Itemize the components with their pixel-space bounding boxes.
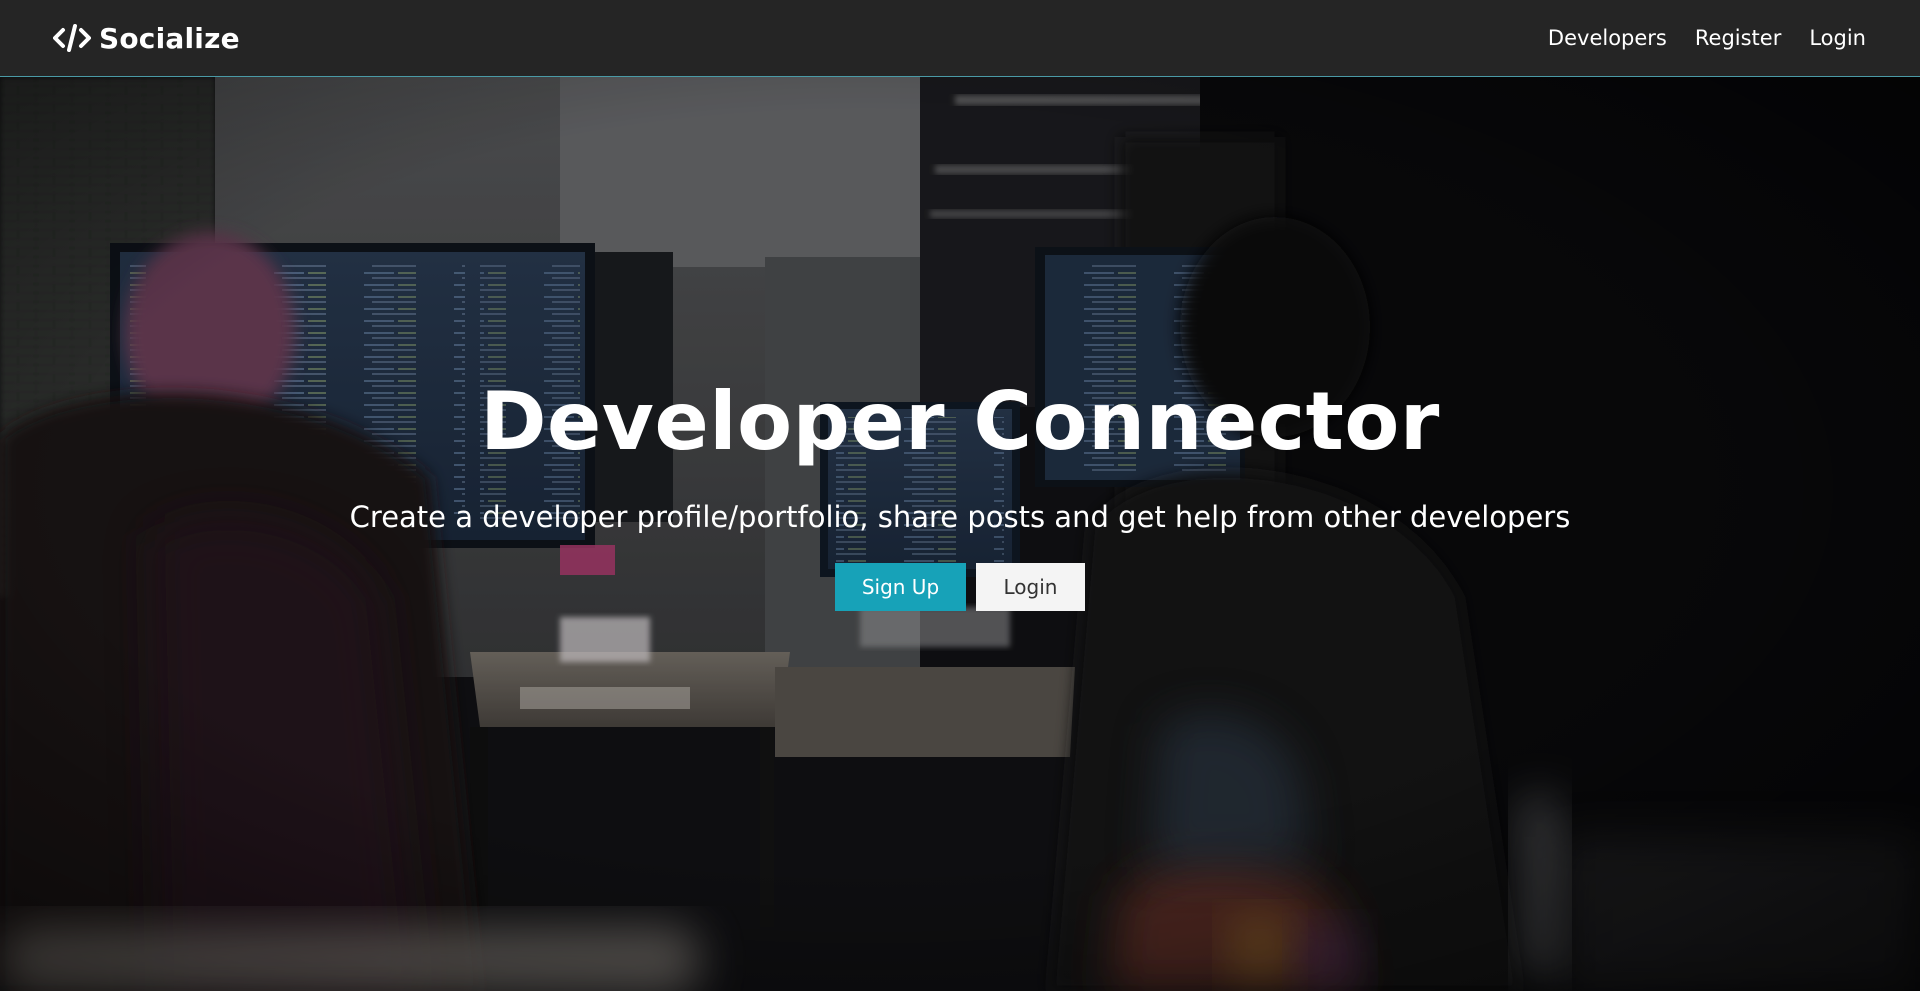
cta-buttons: Sign Up Login xyxy=(0,563,1920,611)
nav-links: Developers Register Login xyxy=(1548,26,1866,50)
navbar: Socialize Developers Register Login xyxy=(0,0,1920,77)
login-button[interactable]: Login xyxy=(976,563,1085,611)
nav-link-register[interactable]: Register xyxy=(1695,26,1781,50)
nav-link-login[interactable]: Login xyxy=(1809,26,1866,50)
nav-link-developers[interactable]: Developers xyxy=(1548,26,1667,50)
brand-name: Socialize xyxy=(99,21,240,55)
lead-text: Create a developer profile/portfolio, sh… xyxy=(349,500,1571,534)
page-title: Developer Connector xyxy=(480,375,1440,468)
signup-button[interactable]: Sign Up xyxy=(835,563,966,611)
brand-link[interactable]: Socialize xyxy=(53,22,240,55)
code-icon xyxy=(53,24,91,52)
